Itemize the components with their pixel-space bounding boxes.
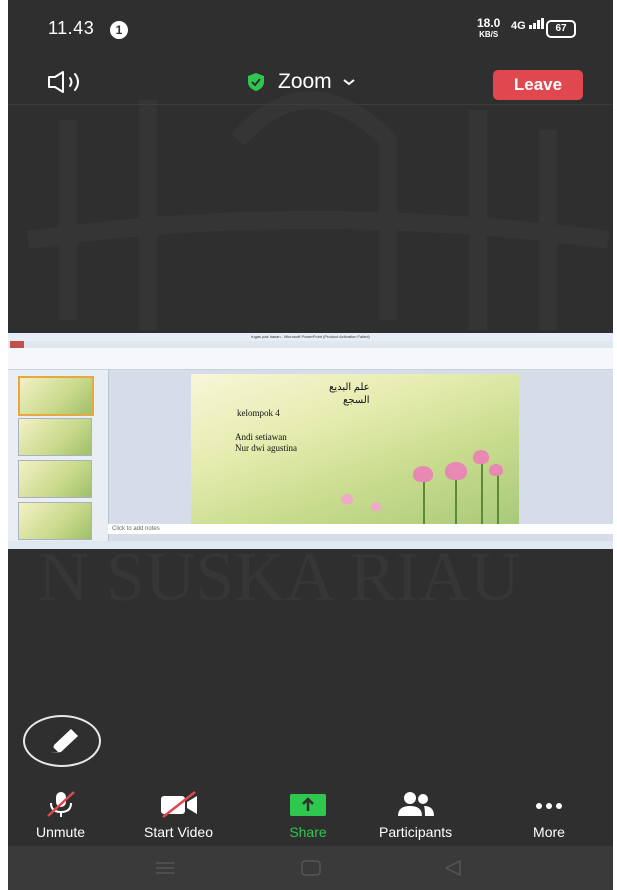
meeting-title-dropdown[interactable]: Zoom: [246, 70, 356, 94]
ppt-window-title: tugas pak hasan - Microsoft PowerPoint (…: [8, 333, 613, 341]
more-button[interactable]: More: [527, 790, 571, 840]
phone-screen: N SUSKA RIAU 11.43 1 18.0 KB/S 4G 67 Zoo…: [8, 0, 613, 890]
annotate-button[interactable]: [23, 715, 101, 767]
slide-thumbnails: [8, 370, 109, 541]
signal-icon: 4G: [511, 18, 545, 32]
svg-text:N SUSKA RIAU: N SUSKA RIAU: [38, 539, 520, 616]
speaker-icon[interactable]: [46, 70, 90, 94]
signal-label: 4G: [511, 20, 526, 32]
start-video-label: Start Video: [144, 824, 214, 840]
participants-button[interactable]: Participants: [379, 790, 452, 840]
android-nav-bar: [8, 846, 613, 890]
video-off-icon: [160, 791, 197, 818]
shared-screen[interactable]: tugas pak hasan - Microsoft PowerPoint (…: [8, 333, 613, 549]
net-speed-unit: KB/S: [479, 30, 499, 39]
tulip-flower: [445, 462, 467, 480]
mic-off-icon: [46, 791, 75, 817]
slide-thumbnail: [18, 502, 92, 540]
slide-arabic-subtitle: السجع: [343, 395, 370, 406]
top-bar: Zoom Leave: [8, 56, 613, 105]
back-icon[interactable]: [442, 860, 464, 876]
unmute-button[interactable]: Unmute: [36, 790, 85, 840]
pen-icon: [52, 729, 78, 753]
home-icon[interactable]: [300, 860, 322, 876]
status-bar: 11.43 1 18.0 KB/S 4G 67: [8, 0, 613, 56]
slide-thumbnail: [18, 460, 92, 498]
flower-stem: [481, 456, 483, 524]
more-label: More: [533, 824, 565, 840]
more-icon: [536, 803, 562, 809]
slide-member-2: Nur dwi agustina: [235, 443, 297, 453]
ppt-file-tab: [10, 341, 24, 348]
tulip-flower: [413, 466, 433, 482]
shield-icon: [248, 73, 264, 91]
unmute-label: Unmute: [36, 824, 86, 840]
meeting-title: Zoom: [278, 70, 332, 93]
tulip-flower: [371, 502, 381, 511]
slide-arabic-title: علم البديع: [329, 382, 370, 393]
current-slide: علم البديع السجع kelompok 4 Andi setiawa…: [191, 374, 519, 524]
tulip-flower: [341, 494, 353, 504]
ppt-ribbon-tabs: [8, 341, 613, 348]
slide-thumbnail: [18, 376, 94, 416]
tulip-flower: [473, 450, 489, 464]
ppt-status-bar: [8, 541, 613, 549]
slide-thumbnail: [18, 418, 92, 456]
menu-icon[interactable]: [154, 860, 176, 876]
notes-pane: Click to add notes: [108, 524, 613, 534]
leave-button[interactable]: Leave: [493, 70, 583, 100]
net-speed: 18.0 KB/S: [477, 16, 501, 40]
share-button[interactable]: Share: [286, 790, 330, 840]
meeting-toolbar: Unmute Start Video Share Participants Mo…: [8, 790, 613, 844]
ppt-ribbon: [8, 341, 613, 370]
flower-stem: [497, 470, 499, 524]
ppt-body: علم البديع السجع kelompok 4 Andi setiawa…: [8, 370, 613, 541]
share-icon: [290, 794, 326, 816]
notification-badge: 1: [110, 21, 128, 39]
slide-member-1: Andi setiawan: [235, 432, 287, 442]
battery-icon: 67: [546, 20, 576, 38]
chevron-down-icon: [343, 79, 355, 86]
participants-label: Participants: [379, 824, 453, 840]
net-speed-value: 18.0: [477, 16, 501, 30]
battery-level: 67: [555, 23, 567, 34]
status-time: 11.43: [48, 18, 95, 38]
tulip-flower: [489, 464, 503, 476]
signal-bars-icon: [528, 18, 544, 29]
start-video-button[interactable]: Start Video: [144, 790, 213, 840]
slide-group: kelompok 4: [237, 408, 280, 418]
share-label: Share: [289, 824, 327, 840]
participants-icon: [397, 792, 434, 816]
